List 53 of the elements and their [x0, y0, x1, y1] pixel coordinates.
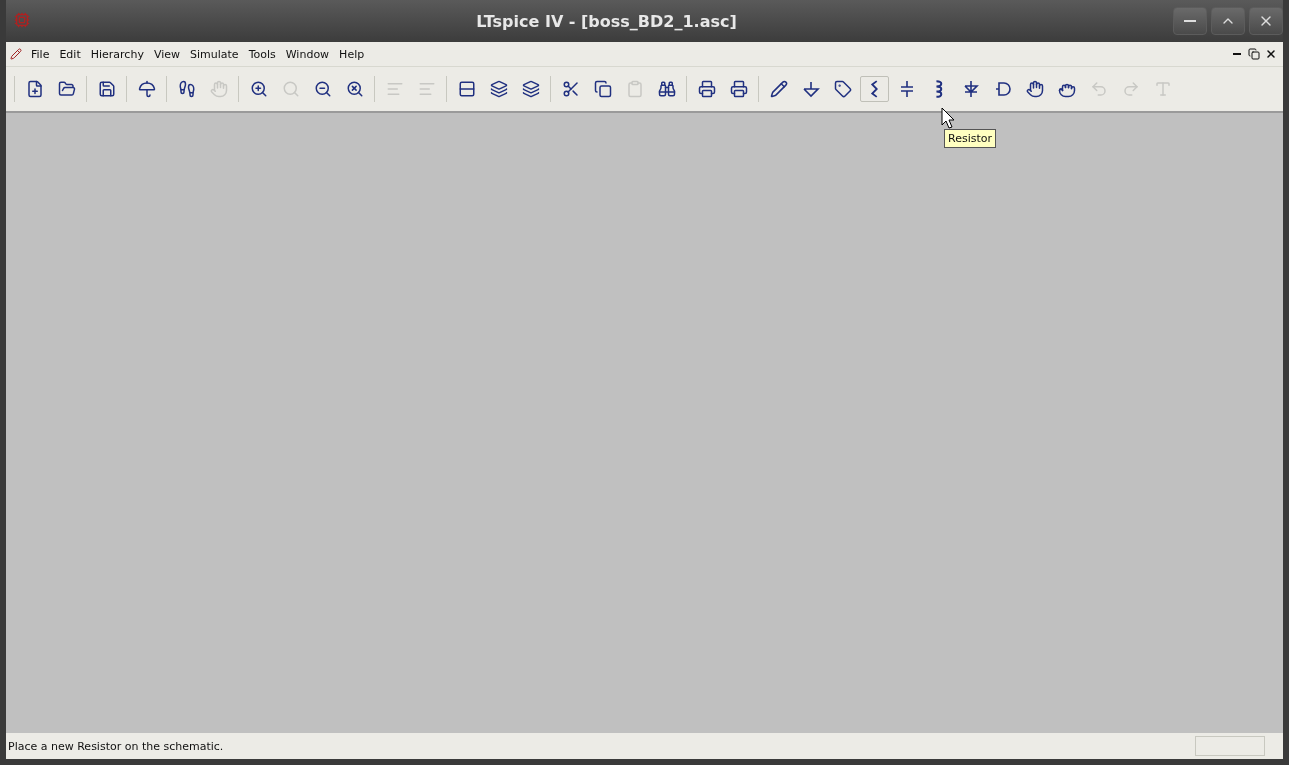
magnifier-cross-icon: [345, 80, 364, 98]
clipboard-icon: [625, 80, 644, 98]
menu-item[interactable]: View: [148, 47, 185, 61]
tile-windows-icon: [457, 80, 476, 98]
scissors-icon: [561, 80, 580, 98]
status-text: Place a new Resistor on the schematic.: [8, 739, 225, 753]
window-title: LTspice IV - [boss_BD2_1.asc]: [475, 11, 738, 31]
binoculars-icon: [657, 80, 676, 98]
chip-logo-icon: [14, 11, 30, 28]
new-file-icon: [25, 80, 44, 98]
open-folder-icon: [57, 80, 76, 98]
cascade-windows-icon: [521, 80, 540, 98]
copy-icon: [593, 80, 612, 98]
undo-icon: [1089, 80, 1108, 98]
label-icon: [833, 80, 852, 98]
minimize-icon: [1184, 20, 1196, 22]
menu-item[interactable]: Tools: [243, 47, 281, 61]
zoom-in-icon: [249, 80, 268, 98]
ground-symbol-icon: [801, 80, 820, 98]
menu-item[interactable]: Edit: [54, 47, 86, 61]
gate-symbol-icon: [993, 80, 1012, 98]
minimize-icon: [1233, 53, 1241, 55]
menu-item[interactable]: Help: [334, 47, 370, 61]
hand-icon: [1025, 80, 1044, 98]
restore-icon: [1248, 48, 1260, 60]
cascade-windows-icon: [489, 80, 508, 98]
printer-icon: [697, 80, 716, 98]
pencil-icon: [10, 48, 22, 60]
tooltip: Resistor: [944, 129, 996, 148]
text-icon: [1153, 80, 1172, 98]
menu-item[interactable]: Window: [280, 47, 335, 61]
printer-icon: [729, 80, 748, 98]
minimize-button[interactable]: [1173, 7, 1207, 35]
resistor-symbol-icon: [871, 80, 878, 98]
close-icon: [1265, 48, 1277, 60]
magnifier-icon: [281, 80, 300, 98]
menu-item[interactable]: File: [26, 47, 55, 61]
inductor-symbol-icon: [934, 80, 943, 98]
restore-button[interactable]: [1246, 46, 1262, 62]
mouse-cursor-icon: [941, 107, 955, 129]
list-icon: [417, 80, 436, 98]
status-panel: [1195, 736, 1265, 756]
hand-icon: [209, 80, 228, 98]
umbrella-icon: [137, 80, 156, 98]
redo-icon: [1121, 80, 1140, 98]
zoom-out-icon: [313, 80, 332, 98]
maximize-button[interactable]: [1211, 7, 1245, 35]
list-icon: [385, 80, 404, 98]
menu-item[interactable]: Hierarchy: [85, 47, 149, 61]
diode-symbol-icon: [961, 80, 980, 98]
menu-item[interactable]: Simulate: [185, 47, 244, 61]
resistor-symbol-button[interactable]: [860, 76, 889, 102]
pencil-icon: [769, 80, 788, 98]
